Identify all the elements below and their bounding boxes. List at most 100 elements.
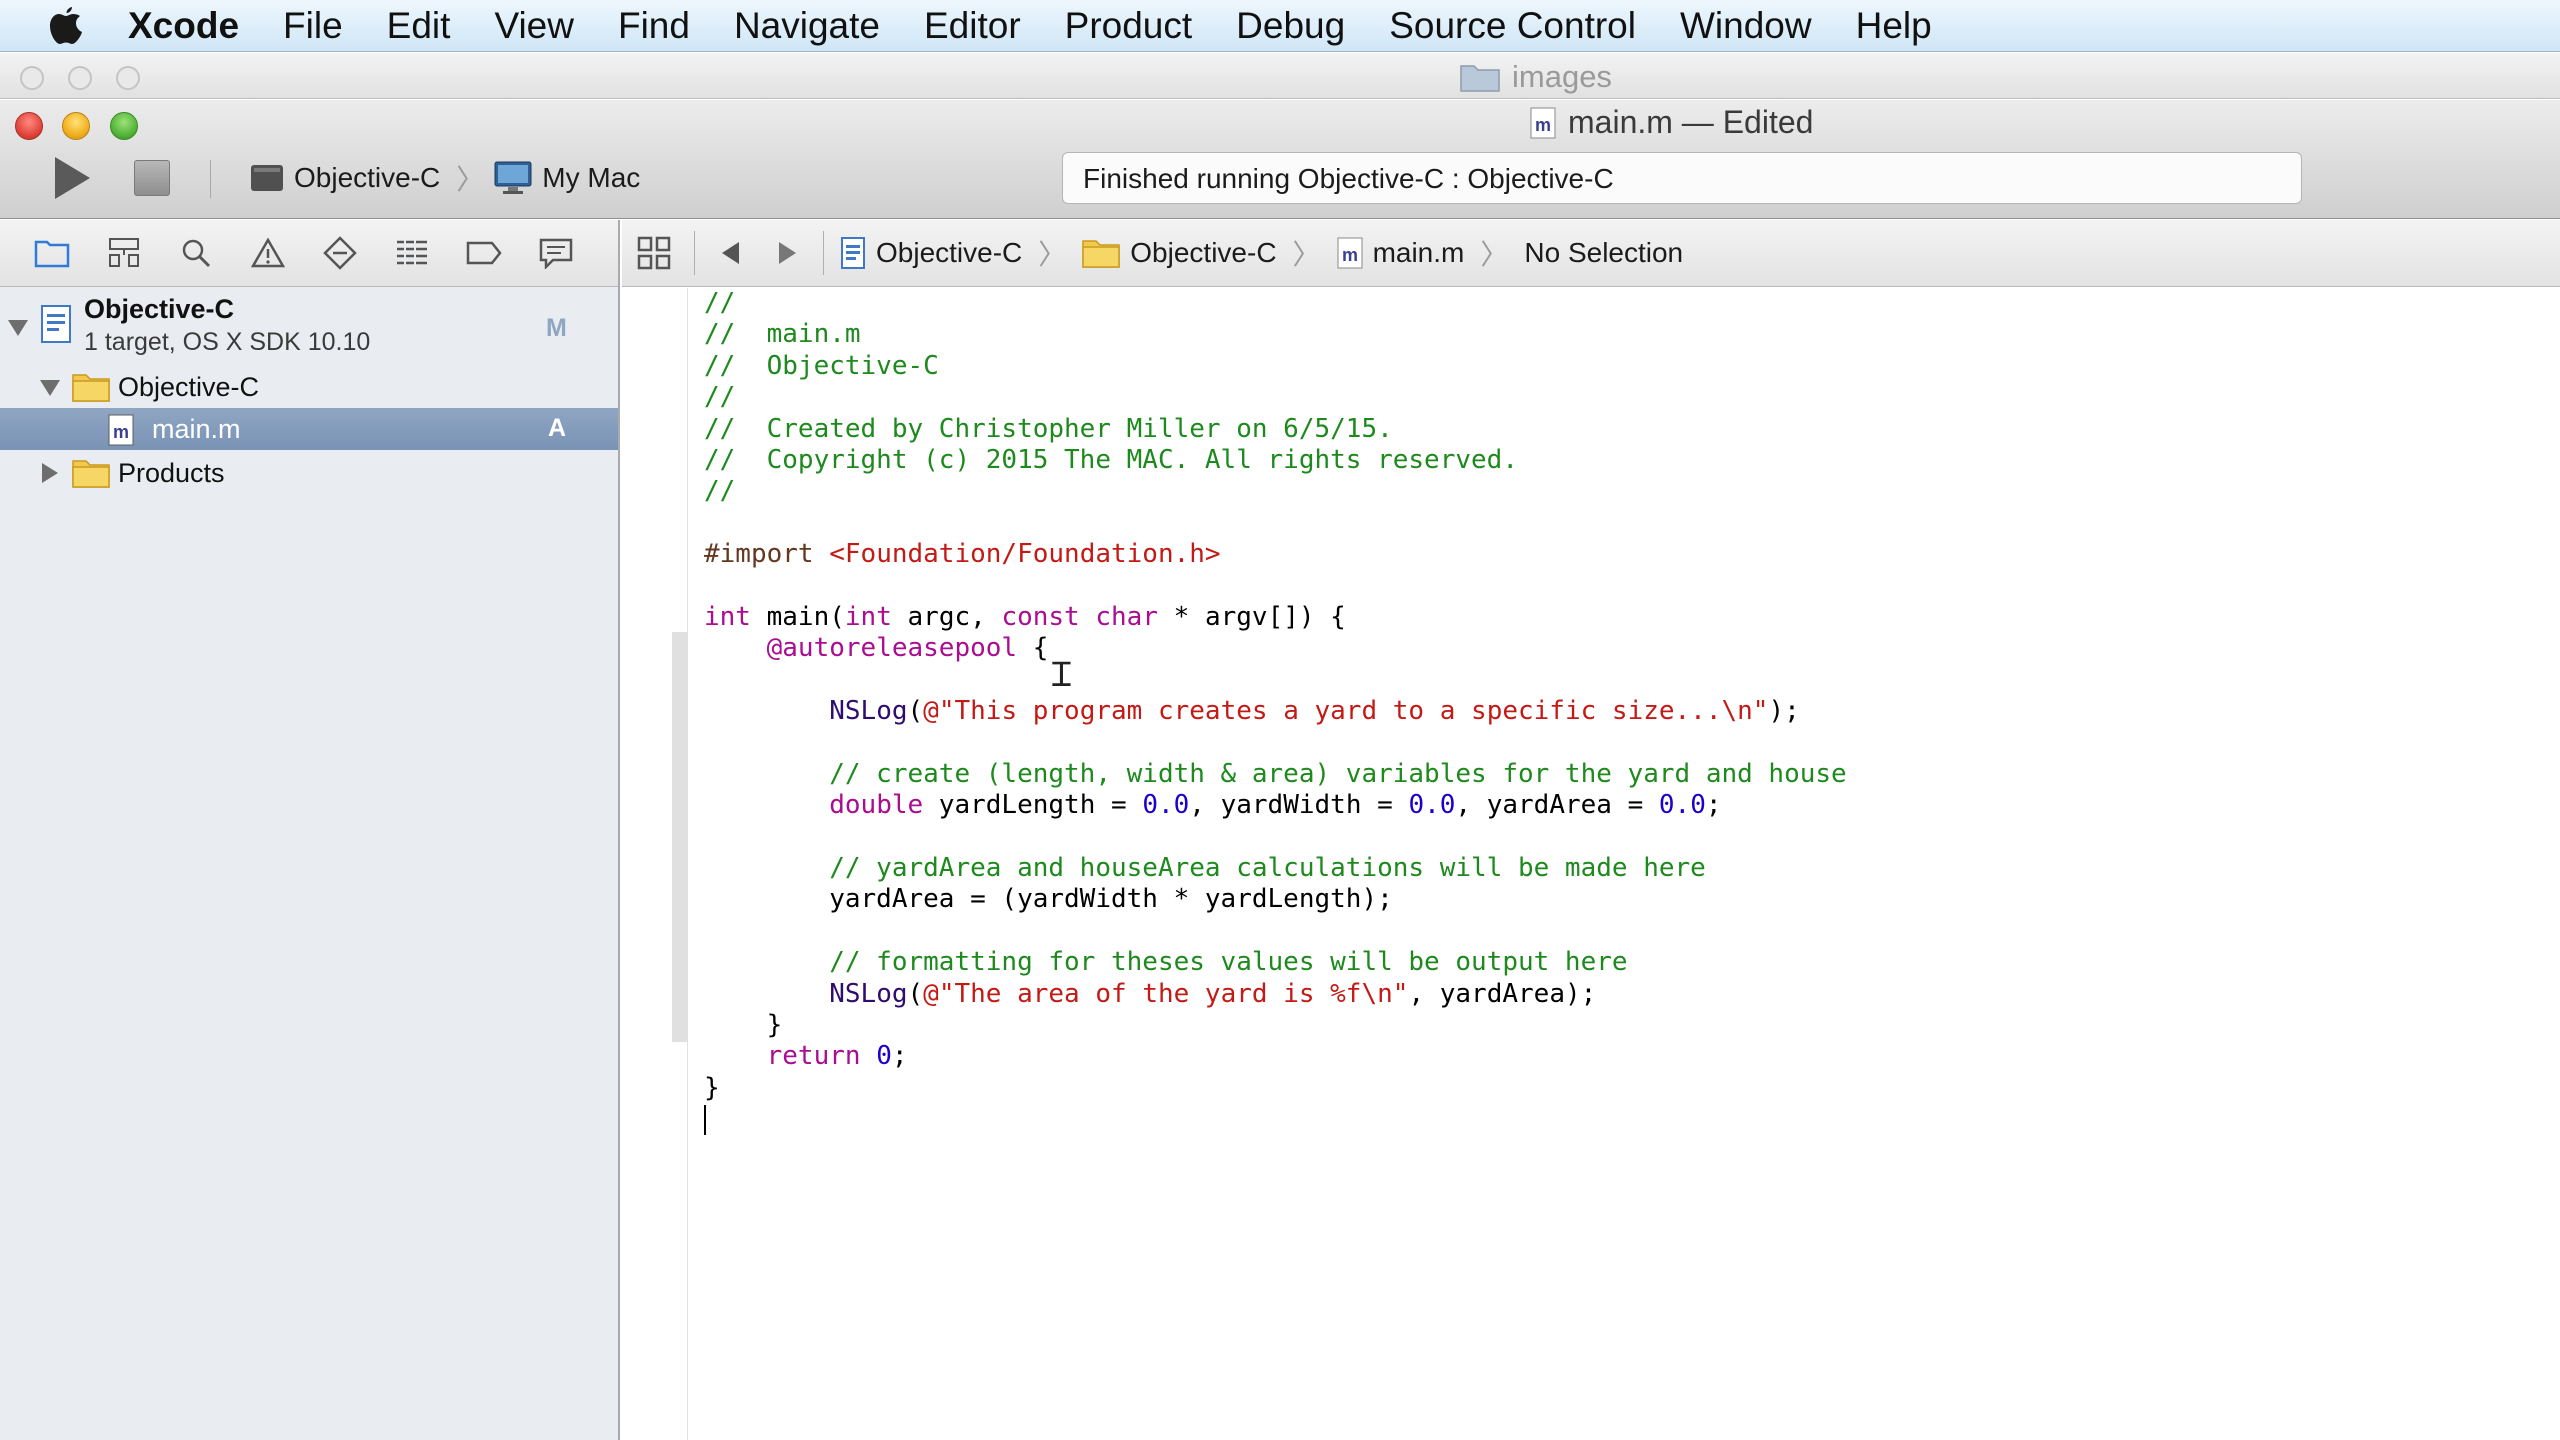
code-line[interactable] [704,822,2544,853]
chevron-right-icon: 〉 [1292,239,1321,270]
close-button[interactable] [15,112,43,140]
zoom-button[interactable] [110,112,138,140]
back-arrow-icon[interactable] [715,237,747,269]
disclosure-triangle-closed-icon[interactable] [42,463,58,483]
code-line[interactable]: @autoreleasepool { [704,633,2544,664]
source-control-badge: A [548,414,567,442]
background-zoom-button[interactable] [116,66,140,90]
chevron-right-icon: 〉 [1480,239,1509,270]
code-line[interactable]: // main.m [704,319,2544,350]
related-items-grid-icon[interactable] [636,235,672,271]
code-line[interactable]: // [704,382,2544,413]
background-minimize-button[interactable] [68,66,92,90]
code-line[interactable]: // Copyright (c) 2015 The MAC. All right… [704,445,2544,476]
jump-bar-separator [694,231,695,275]
crumb-selection-label: No Selection [1524,237,1684,268]
source-control-badge: M [546,314,567,342]
file-name: main.m [152,414,241,444]
menu-view[interactable]: View [494,5,574,47]
source-editor[interactable]: //// main.m// Objective-C//// Created by… [704,288,2544,1440]
xcode-project-icon [841,237,865,269]
background-window-titlebar[interactable]: images [0,53,2560,99]
jump-bar: Objective-C 〉 Objective-C 〉 m main.m 〉 N… [622,220,2560,287]
code-line[interactable] [704,1104,2544,1135]
stop-button[interactable] [134,160,170,196]
project-navigator-folder-icon[interactable] [34,235,70,271]
menu-edit[interactable]: Edit [387,5,451,47]
code-line[interactable]: NSLog(@"This program creates a yard to a… [704,696,2544,727]
destination-name: My Mac [542,162,641,193]
warning-icon[interactable] [250,235,286,271]
tree-row-products[interactable]: Products [0,452,618,494]
crumb-selection[interactable]: No Selection [1524,237,1683,269]
tree-row-group[interactable]: Objective-C [0,366,618,408]
text-cursor [704,1105,706,1135]
debug-navigator-icon[interactable] [394,235,430,271]
breakpoint-navigator-icon[interactable] [466,235,502,271]
crumb-project[interactable]: Objective-C 〉 [840,233,1066,273]
code-line[interactable]: // Created by Christopher Miller on 6/5/… [704,414,2544,445]
code-line[interactable] [704,916,2544,947]
code-line[interactable]: int main(int argc, const char * argv[]) … [704,602,2544,633]
code-line[interactable]: } [704,1073,2544,1104]
code-line[interactable] [704,727,2544,758]
report-navigator-icon[interactable] [538,235,574,271]
crumb-file[interactable]: m main.m 〉 [1337,233,1509,273]
disclosure-triangle-open-icon[interactable] [40,380,60,396]
code-line[interactable]: // Objective-C [704,351,2544,382]
code-line[interactable]: double yardLength = 0.0, yardWidth = 0.0… [704,790,2544,821]
code-folding-ribbon[interactable] [672,632,688,1042]
folder-icon [1082,240,1121,268]
monitor-icon [494,161,532,194]
menu-window[interactable]: Window [1680,5,1812,47]
folder-icon [72,374,110,402]
disclosure-triangle-open-icon[interactable] [8,320,28,336]
folder-icon [72,460,110,488]
window-title: m main.m — Edited [1530,104,1813,141]
symbol-navigator-icon[interactable] [106,235,142,271]
test-navigator-icon[interactable] [322,235,358,271]
code-line[interactable] [704,508,2544,539]
code-line[interactable]: return 0; [704,1041,2544,1072]
minimize-button[interactable] [62,112,90,140]
menu-editor[interactable]: Editor [924,5,1021,47]
forward-arrow-icon[interactable] [771,237,803,269]
background-window-title: images [1460,59,1612,95]
menu-product[interactable]: Product [1065,5,1193,47]
search-icon[interactable] [178,235,214,271]
code-line[interactable]: // create (length, width & area) variabl… [704,759,2544,790]
window-title-text: main.m — Edited [1568,104,1814,140]
code-line[interactable] [704,571,2544,602]
scheme-selector[interactable]: Objective-C 〉 My Mac [250,158,640,198]
code-line[interactable] [704,665,2544,696]
chevron-right-icon: 〉 [456,164,485,195]
menu-navigate[interactable]: Navigate [734,5,880,47]
code-line[interactable]: // [704,288,2544,319]
crumb-file-label: main.m [1372,237,1465,268]
background-close-button[interactable] [20,66,44,90]
svg-text:m: m [113,422,129,442]
tree-row-project[interactable]: Objective-C 1 target, OS X SDK 10.10 M [0,290,618,364]
menu-source-control[interactable]: Source Control [1389,5,1636,47]
menu-file[interactable]: File [283,5,343,47]
tree-row-file-selected[interactable]: m main.m A [0,408,618,450]
code-line[interactable]: } [704,1010,2544,1041]
run-button[interactable] [48,152,96,204]
crumb-group[interactable]: Objective-C 〉 [1082,233,1321,273]
menu-help[interactable]: Help [1856,5,1932,47]
xcode-project-icon [41,305,71,343]
code-line[interactable]: NSLog(@"The area of the yard is %f\n", y… [704,979,2544,1010]
code-line[interactable]: // yardArea and houseArea calculations w… [704,853,2544,884]
menu-find[interactable]: Find [618,5,690,47]
scheme-name: Objective-C [294,162,441,193]
menu-debug[interactable]: Debug [1236,5,1345,47]
crumb-project-label: Objective-C [876,237,1023,268]
code-line[interactable]: yardArea = (yardWidth * yardLength); [704,884,2544,915]
toolbar-separator [210,160,211,198]
code-line[interactable]: #import <Foundation/Foundation.h> [704,539,2544,570]
code-line[interactable]: // formatting for theses values will be … [704,947,2544,978]
menu-app-xcode[interactable]: Xcode [128,5,239,47]
code-line[interactable]: // [704,476,2544,507]
activity-status: Finished running Objective-C : Objective… [1062,152,2302,204]
apple-menu-icon[interactable] [44,4,88,48]
